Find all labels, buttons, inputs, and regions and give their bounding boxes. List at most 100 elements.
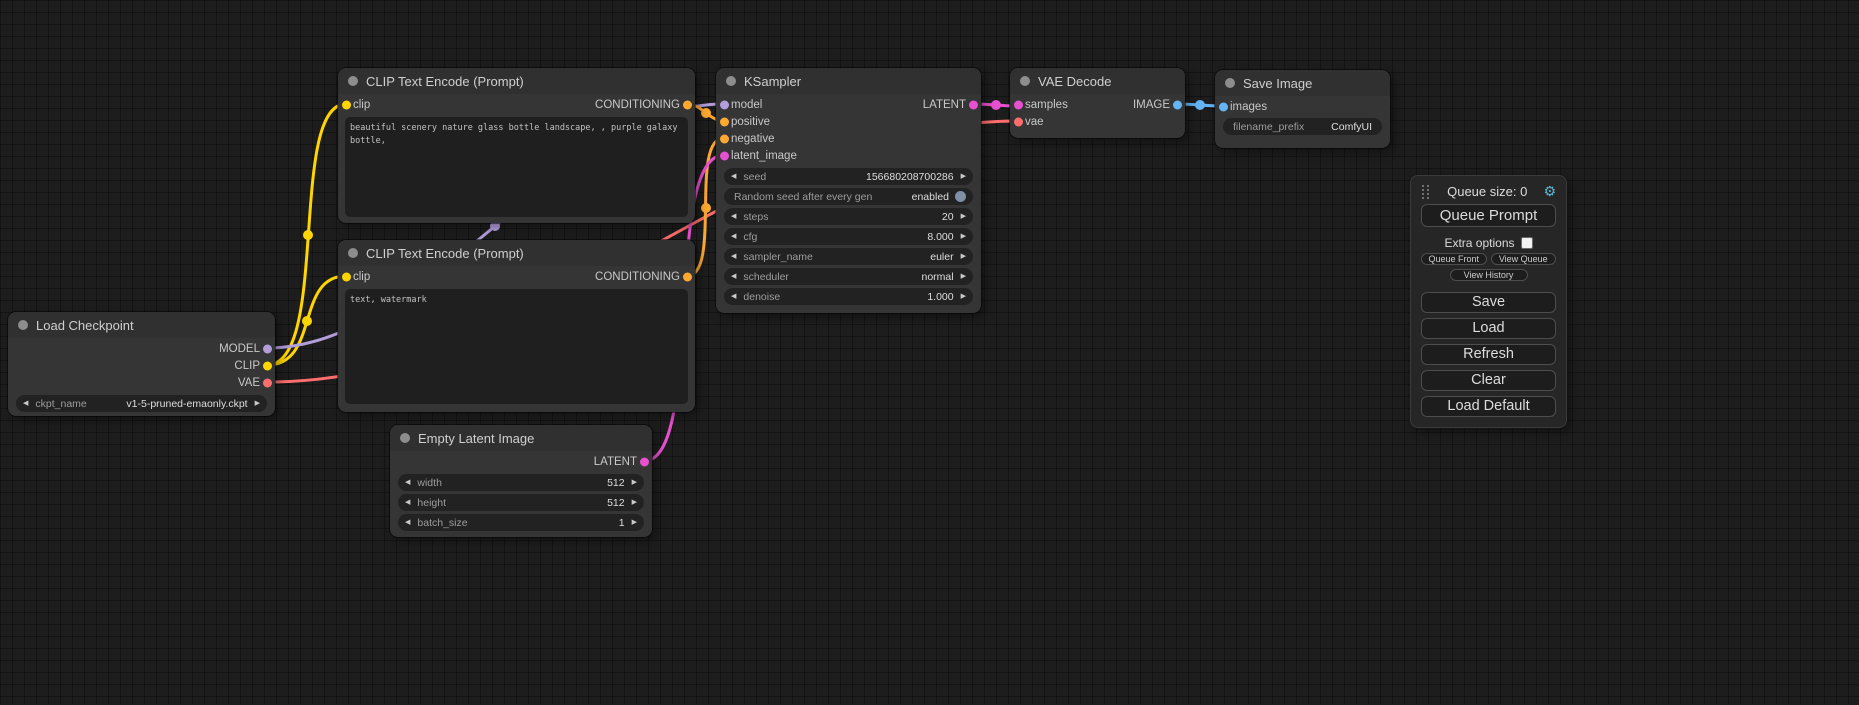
model-input-port[interactable] [720, 100, 729, 109]
node-load-checkpoint[interactable]: Load Checkpoint MODEL CLIP VAE ◀ ckpt [8, 312, 275, 416]
widget-value: euler [813, 251, 954, 263]
decrement-arrow-icon[interactable]: ◀ [731, 213, 736, 220]
node-header[interactable]: Load Checkpoint [8, 312, 275, 338]
latent-output-port[interactable] [969, 100, 978, 109]
positive-input-port[interactable] [720, 117, 729, 126]
decrement-arrow-icon[interactable]: ◀ [405, 479, 410, 486]
filename-prefix-widget[interactable]: filename_prefix ComfyUI [1223, 118, 1382, 135]
increment-arrow-icon[interactable]: ▶ [961, 293, 966, 300]
output-row-model: MODEL [8, 340, 275, 357]
node-ksampler[interactable]: KSampler model LATENT positive negative … [716, 68, 981, 313]
link-midpoint-dot [1195, 100, 1205, 110]
node-vae-decode[interactable]: VAE Decode samples IMAGE vae [1010, 68, 1185, 138]
clip-input-port[interactable] [342, 272, 351, 281]
slot-row-vae: vae [1010, 113, 1185, 130]
node-header[interactable]: CLIP Text Encode (Prompt) [338, 68, 695, 94]
widget-value: enabled [872, 191, 949, 203]
node-header[interactable]: KSampler [716, 68, 981, 94]
cfg-widget[interactable]: ◀ cfg 8.000 ▶ [724, 228, 973, 245]
node-header[interactable]: Save Image [1215, 70, 1390, 96]
ckpt-name-widget[interactable]: ◀ ckpt_name v1-5-pruned-emaonly.ckpt ▶ [16, 395, 267, 412]
collapse-dot[interactable] [18, 320, 28, 330]
increment-arrow-icon[interactable]: ▶ [961, 253, 966, 260]
widget-label: steps [743, 211, 768, 223]
queue-front-button[interactable]: Queue Front [1421, 253, 1487, 265]
extra-options-checkbox[interactable] [1521, 237, 1533, 249]
slot-row-images: images [1215, 98, 1390, 115]
seed-widget[interactable]: ◀ seed 156680208700286 ▶ [724, 168, 973, 185]
denoise-widget[interactable]: ◀ denoise 1.000 ▶ [724, 288, 973, 305]
increment-arrow-icon[interactable]: ▶ [961, 233, 966, 240]
batch-size-widget[interactable]: ◀ batch_size 1 ▶ [398, 514, 644, 531]
node-clip-text-encode-positive[interactable]: CLIP Text Encode (Prompt) clip CONDITION… [338, 68, 695, 223]
slot-row-latent-image: latent_image [716, 147, 981, 164]
node-empty-latent-image[interactable]: Empty Latent Image LATENT ◀ width 512 ▶ … [390, 425, 652, 537]
steps-widget[interactable]: ◀ steps 20 ▶ [724, 208, 973, 225]
width-widget[interactable]: ◀ width 512 ▶ [398, 474, 644, 491]
latent-output-port[interactable] [640, 457, 649, 466]
clear-button[interactable]: Clear [1421, 370, 1556, 391]
view-queue-button[interactable]: View Queue [1491, 253, 1557, 265]
node-header[interactable]: CLIP Text Encode (Prompt) [338, 240, 695, 266]
widget-value: 8.000 [757, 231, 953, 243]
decrement-arrow-icon[interactable]: ◀ [731, 293, 736, 300]
decrement-arrow-icon[interactable]: ◀ [405, 499, 410, 506]
decrement-arrow-icon[interactable]: ◀ [731, 233, 736, 240]
output-label-latent: LATENT [923, 99, 966, 111]
slot-row-negative: negative [716, 130, 981, 147]
vae-output-port[interactable] [263, 378, 272, 387]
collapse-dot[interactable] [348, 76, 358, 86]
random-seed-toggle-dot[interactable] [955, 191, 966, 202]
latent-image-input-port[interactable] [720, 151, 729, 160]
increment-arrow-icon[interactable]: ▶ [961, 213, 966, 220]
vae-input-port[interactable] [1014, 117, 1023, 126]
image-output-port[interactable] [1173, 100, 1182, 109]
images-input-port[interactable] [1219, 102, 1228, 111]
scheduler-widget[interactable]: ◀ scheduler normal ▶ [724, 268, 973, 285]
clip-input-port[interactable] [342, 100, 351, 109]
height-widget[interactable]: ◀ height 512 ▶ [398, 494, 644, 511]
queue-prompt-button[interactable]: Queue Prompt [1421, 204, 1556, 227]
increment-arrow-icon[interactable]: ▶ [632, 519, 637, 526]
settings-gear-icon[interactable]: ⚙ [1543, 185, 1556, 199]
decrement-arrow-icon[interactable]: ◀ [405, 519, 410, 526]
node-header[interactable]: Empty Latent Image [390, 425, 652, 451]
negative-prompt-textarea[interactable]: text, watermark [345, 289, 688, 404]
conditioning-output-port[interactable] [683, 100, 692, 109]
prev-arrow-icon[interactable]: ◀ [23, 400, 28, 407]
conditioning-output-port[interactable] [683, 272, 692, 281]
model-output-port[interactable] [263, 344, 272, 353]
node-clip-text-encode-negative[interactable]: CLIP Text Encode (Prompt) clip CONDITION… [338, 240, 695, 412]
output-label-vae: VAE [238, 377, 260, 389]
positive-prompt-textarea[interactable]: beautiful scenery nature glass bottle la… [345, 117, 688, 217]
increment-arrow-icon[interactable]: ▶ [632, 479, 637, 486]
node-header[interactable]: VAE Decode [1010, 68, 1185, 94]
load-default-button[interactable]: Load Default [1421, 396, 1556, 417]
decrement-arrow-icon[interactable]: ◀ [731, 273, 736, 280]
next-arrow-icon[interactable]: ▶ [255, 400, 260, 407]
decrement-arrow-icon[interactable]: ◀ [731, 253, 736, 260]
load-button[interactable]: Load [1421, 318, 1556, 339]
decrement-arrow-icon[interactable]: ◀ [731, 173, 736, 180]
save-button[interactable]: Save [1421, 292, 1556, 313]
random-seed-widget[interactable]: Random seed after every gen enabled [724, 188, 973, 205]
increment-arrow-icon[interactable]: ▶ [632, 499, 637, 506]
link-midpoint-dot [302, 316, 312, 326]
negative-input-port[interactable] [720, 134, 729, 143]
increment-arrow-icon[interactable]: ▶ [961, 173, 966, 180]
sampler-name-widget[interactable]: ◀ sampler_name euler ▶ [724, 248, 973, 265]
increment-arrow-icon[interactable]: ▶ [961, 273, 966, 280]
collapse-dot[interactable] [348, 248, 358, 258]
drag-handle-icon[interactable] [1421, 184, 1431, 199]
collapse-dot[interactable] [726, 76, 736, 86]
widget-label: Random seed after every gen [734, 191, 872, 203]
collapse-dot[interactable] [400, 433, 410, 443]
link-midpoint-dot [303, 230, 313, 240]
clip-output-port[interactable] [263, 361, 272, 370]
refresh-button[interactable]: Refresh [1421, 344, 1556, 365]
collapse-dot[interactable] [1020, 76, 1030, 86]
collapse-dot[interactable] [1225, 78, 1235, 88]
node-save-image[interactable]: Save Image images filename_prefix ComfyU… [1215, 70, 1390, 148]
view-history-button[interactable]: View History [1450, 269, 1528, 281]
samples-input-port[interactable] [1014, 100, 1023, 109]
